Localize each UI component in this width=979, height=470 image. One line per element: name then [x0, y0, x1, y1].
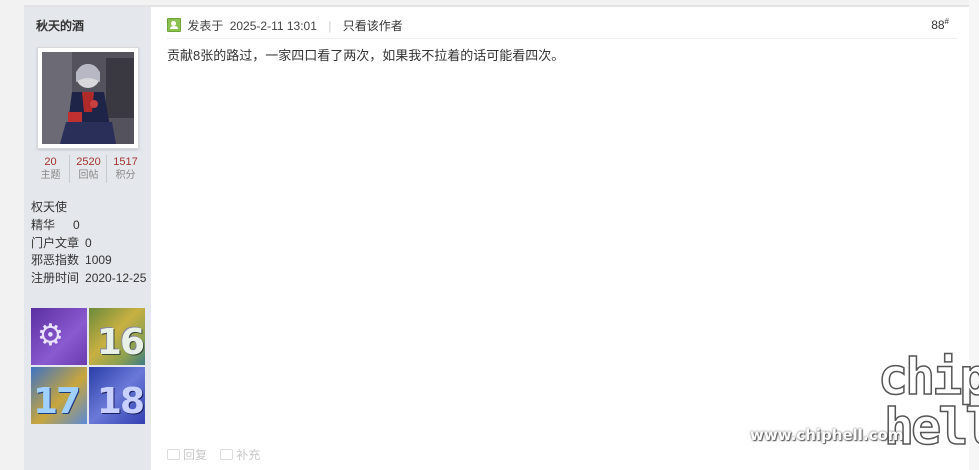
stat-threads-label: 主题: [40, 170, 61, 181]
header-divider: [167, 38, 957, 39]
avatar[interactable]: [37, 47, 139, 149]
info-key: 门户文章: [31, 235, 80, 250]
medal-glyph-icon: ⚙: [37, 318, 64, 353]
post-actions: 回复 补充: [167, 446, 270, 463]
site-watermark: chip hell www.chiphell.com: [750, 351, 979, 470]
stat-points-value: 1517: [113, 156, 138, 168]
avatar-image: [42, 52, 134, 144]
author-name-link[interactable]: 秋天的酒: [36, 17, 84, 34]
medal-18-icon[interactable]: 18: [89, 367, 145, 424]
post-meta: 发表于 2025-2-11 13:01 | 只看该作者: [167, 16, 403, 36]
author-stats: 20 主题 2520 回帖 1517 积分: [32, 155, 144, 185]
info-value: 2020-12-25: [85, 270, 147, 285]
info-key: 精华: [31, 218, 56, 232]
supplement-button[interactable]: 补充: [220, 446, 260, 463]
stat-replies-label: 回帖: [78, 170, 99, 181]
medal-16-icon[interactable]: 16: [89, 308, 145, 365]
avatar-illustration: [42, 52, 134, 144]
medal-list: ⚙ 16 17 18: [31, 308, 145, 424]
info-row-evil-index: 邪恶指数 1009: [31, 252, 146, 270]
info-row-articles: 门户文章 0: [31, 235, 146, 253]
author-info: 精华 0 门户文章 0 邪恶指数 1009 注册时间 2020-12-25: [31, 217, 146, 287]
medal-17-icon[interactable]: 17: [31, 367, 87, 424]
watermark-url: www.chiphell.com: [750, 426, 904, 444]
supplement-label: 补充: [236, 448, 261, 462]
medal-label: 17: [33, 381, 81, 422]
reply-button[interactable]: 回复: [167, 446, 207, 463]
post-content: 贡献8张的路过，一家四口看了两次，如果我不拉着的话可能看四次。: [167, 48, 565, 63]
info-key: 注册时间: [31, 270, 80, 285]
stat-replies-value: 2520: [76, 156, 101, 168]
floor-number: 88: [931, 18, 945, 32]
supplement-icon: [220, 449, 234, 460]
info-value: 0: [73, 218, 80, 232]
author-sidebar: 秋天的酒 20 主题 2520 回帖 1517 积分 权天使 精华 0 门户文章…: [24, 7, 151, 470]
floor-mark: #: [944, 17, 949, 26]
posted-prefix: 发表于: [187, 19, 224, 33]
author-only-link[interactable]: 只看该作者: [343, 19, 403, 33]
info-row-register-date: 注册时间 2020-12-25: [31, 270, 146, 288]
stat-replies[interactable]: 2520 回帖: [69, 155, 107, 183]
reply-icon: [167, 449, 180, 460]
info-value: 1009: [85, 253, 112, 267]
stat-threads[interactable]: 20 主题: [32, 155, 69, 183]
medal-label: 16: [96, 322, 145, 363]
medal-label: 18: [96, 381, 145, 422]
posted-time: 2025-2-11 13:01: [229, 19, 317, 33]
meta-divider: |: [328, 19, 332, 33]
stat-points-label: 积分: [115, 170, 136, 181]
stat-points[interactable]: 1517 积分: [106, 155, 144, 183]
info-row-digest: 精华 0: [31, 217, 146, 235]
user-group-title: 权天使: [31, 200, 68, 214]
info-value: 0: [85, 235, 92, 250]
reply-label: 回复: [183, 448, 208, 462]
medal-icon[interactable]: ⚙: [31, 308, 87, 365]
online-status-icon: [167, 18, 181, 32]
info-key: 邪恶指数: [31, 253, 80, 267]
floor-number-link[interactable]: 88#: [931, 17, 949, 32]
stat-threads-value: 20: [44, 156, 57, 168]
